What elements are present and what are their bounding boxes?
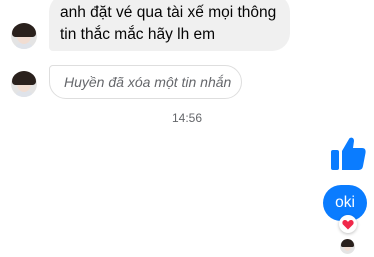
thumbs-up-icon[interactable] bbox=[328, 133, 368, 173]
message-text-line: anh đặt vé qua tài xế mọi thông bbox=[60, 4, 277, 21]
seen-receipt-avatar bbox=[340, 239, 355, 254]
heart-icon bbox=[342, 220, 354, 230]
deleted-message-notice[interactable]: Huyền đã xóa một tin nhắn bbox=[49, 65, 242, 99]
contact-avatar[interactable] bbox=[11, 23, 37, 49]
incoming-message-bubble[interactable]: anh đặt vé qua tài xế mọi thông tin thắc… bbox=[49, 0, 290, 51]
heart-reaction[interactable] bbox=[339, 215, 357, 233]
message-timestamp: 14:56 bbox=[171, 111, 203, 125]
message-text-line: tin thắc mắc hãy lh em bbox=[60, 26, 216, 43]
contact-avatar[interactable] bbox=[11, 71, 37, 97]
